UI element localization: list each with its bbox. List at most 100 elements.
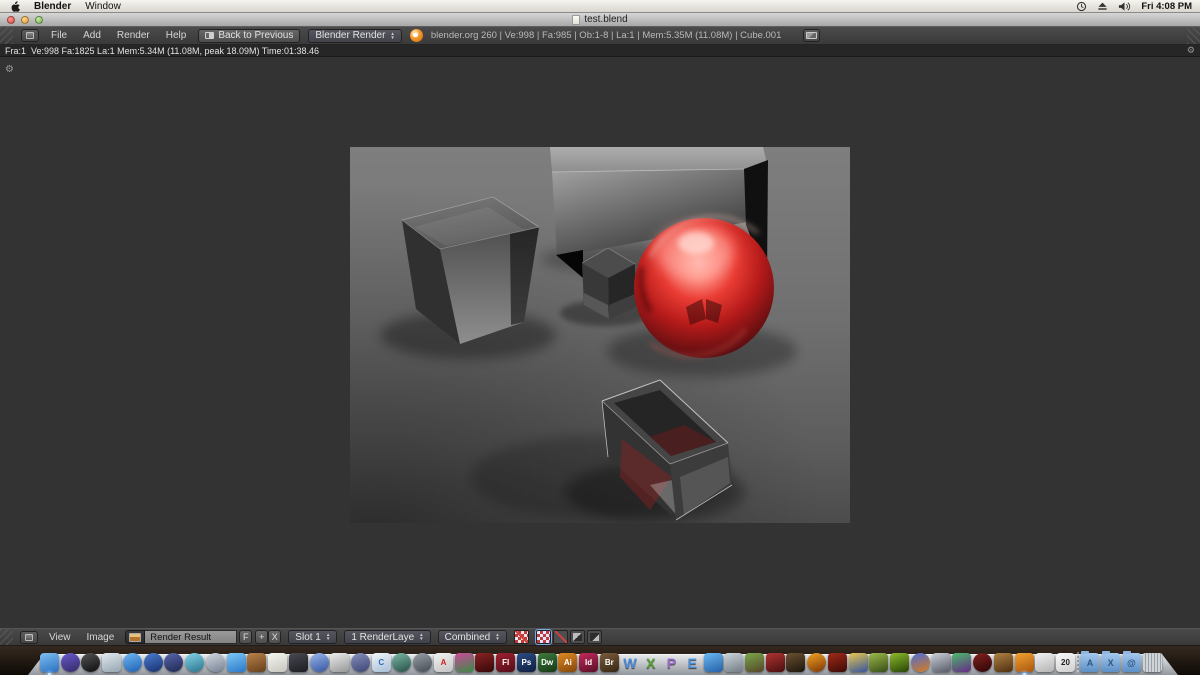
dock-icon-folder-user[interactable]: @	[1122, 653, 1141, 672]
dock-icon-preview[interactable]	[102, 653, 121, 672]
dock-icon-itunes[interactable]	[310, 653, 329, 672]
dock-icon-purple-media-app[interactable]	[61, 653, 80, 672]
dock-icon-quake3[interactable]	[807, 653, 826, 672]
apple-logo-icon[interactable]	[10, 1, 20, 12]
corner-grip-icon[interactable]	[1187, 27, 1200, 44]
render-pass-dropdown[interactable]: Combined ▲▼	[438, 630, 507, 644]
dock-icon-photoshop[interactable]: Ps	[517, 653, 536, 672]
dock-icon-web-globe[interactable]	[144, 653, 163, 672]
screen: Blender Window Fri 4:08 PM test.blend	[0, 0, 1200, 675]
dock-icon-ichat[interactable]	[227, 653, 246, 672]
menubar-item-window[interactable]: Window	[85, 1, 121, 12]
dock-icon-minecraft[interactable]	[745, 653, 764, 672]
back-to-previous-button[interactable]: Back to Previous	[198, 29, 300, 43]
dock-icon-calendar-20[interactable]: 20	[1056, 653, 1075, 672]
dock-icon-game-eagle[interactable]	[786, 653, 805, 672]
dock-icon-front-row[interactable]	[351, 653, 370, 672]
dock-icon-bridge[interactable]: Br	[600, 653, 619, 672]
dock-icon-messenger[interactable]	[704, 653, 723, 672]
dock-icon-powerpoint[interactable]: P	[662, 653, 681, 672]
browse-image-button[interactable]	[125, 630, 145, 644]
blender-info-header: File Add Render Help Back to Previous Bl…	[0, 27, 1200, 45]
dock-icon-iphoto[interactable]	[289, 653, 308, 672]
dock-icon-folder-utilities[interactable]: X	[1101, 653, 1120, 672]
dock-icon-dvd-player[interactable]	[164, 653, 183, 672]
dock-icon-game-star[interactable]	[973, 653, 992, 672]
dock-icon-time-machine[interactable]	[392, 653, 411, 672]
dock-icon-remote-desktop[interactable]	[724, 653, 743, 672]
dock-icon-finder[interactable]	[40, 653, 59, 672]
menubar-clock[interactable]: Fri 4:08 PM	[1141, 1, 1192, 12]
dock-icon-excel[interactable]: X	[641, 653, 660, 672]
editor-type-button[interactable]	[21, 29, 39, 42]
dock-icon-ical[interactable]	[268, 653, 287, 672]
fake-user-button[interactable]: F	[239, 630, 252, 644]
dock-icon-camtasia[interactable]: C	[372, 653, 391, 672]
dock-icon-blender[interactable]	[1015, 653, 1034, 672]
image-name-field[interactable]: Render Result	[145, 630, 237, 644]
channel-z-button[interactable]	[587, 630, 602, 644]
menu-add[interactable]: Add	[83, 30, 101, 41]
unlink-image-button[interactable]: X	[268, 630, 281, 644]
corner-grip-icon[interactable]	[0, 27, 13, 44]
menu-file[interactable]: File	[51, 30, 67, 41]
dock-icon-idvd[interactable]	[185, 653, 204, 672]
dock-icon-quicktime[interactable]	[206, 653, 225, 672]
dock-icon-game-gem[interactable]	[932, 653, 951, 672]
dock-icon-quake-green[interactable]	[890, 653, 909, 672]
menu-view[interactable]: View	[49, 632, 71, 643]
window-titlebar[interactable]: test.blend	[0, 13, 1200, 27]
dock-icon-trash[interactable]	[1143, 653, 1162, 672]
render-engine-dropdown[interactable]: Blender Render ▲▼	[308, 29, 402, 43]
dock-icon-media-encoder[interactable]	[475, 653, 494, 672]
dock-icon-word[interactable]: W	[621, 653, 640, 672]
dock-icon-unreal[interactable]	[911, 653, 930, 672]
dock-divider	[1077, 652, 1079, 672]
dock-icon-sketch-pen[interactable]	[1035, 653, 1054, 672]
dock-icon-game-saber[interactable]	[952, 653, 971, 672]
channel-color-alpha-button[interactable]	[536, 630, 551, 644]
dock-icon-dreamweaver[interactable]: Dw	[538, 653, 557, 672]
dock-icon-flash[interactable]: Fl	[496, 653, 515, 672]
stepper-arrows-icon: ▲▼	[326, 633, 330, 641]
stepper-arrows-icon: ▲▼	[419, 633, 423, 641]
new-image-button[interactable]: +	[255, 630, 268, 644]
menu-render[interactable]: Render	[117, 30, 150, 41]
menu-help[interactable]: Help	[166, 30, 187, 41]
dock-icon-game-zombie[interactable]	[869, 653, 888, 672]
sync-icon[interactable]	[1076, 1, 1087, 12]
render-layer-dropdown[interactable]: 1 RenderLaye ▲▼	[344, 630, 430, 644]
editor-type-button[interactable]	[20, 631, 38, 644]
dock-icon-folder-applications[interactable]: A	[1080, 653, 1099, 672]
dock-icon-quake4[interactable]	[828, 653, 847, 672]
dock-icon-address-book[interactable]	[247, 653, 266, 672]
eject-icon[interactable]	[1097, 1, 1108, 11]
dock-icon-game-warrior[interactable]	[994, 653, 1013, 672]
dock-icon-toast[interactable]	[455, 653, 474, 672]
image-editor-viewport[interactable]: ⚙	[0, 57, 1200, 628]
brush-slash-icon	[515, 631, 528, 643]
image-editor-header: View Image Render Result F + X Slot 1 ▲▼…	[0, 628, 1200, 646]
menubar-app-name[interactable]: Blender	[34, 1, 71, 12]
dock-icon-illustrator[interactable]: Ai	[558, 653, 577, 672]
dock-icon-indesign[interactable]: Id	[579, 653, 598, 672]
image-paint-icon[interactable]	[514, 630, 529, 644]
dock-icon-system-dial[interactable]	[413, 653, 432, 672]
dock-icon-photo-booth[interactable]	[330, 653, 349, 672]
viewport-gear-icon[interactable]: ⚙	[5, 64, 14, 75]
screen-layout-button[interactable]	[803, 29, 820, 42]
dock-icon-acrobat[interactable]: A	[434, 653, 453, 672]
dock-icon-entourage[interactable]: E	[683, 653, 702, 672]
options-gear-icon[interactable]: ⚙	[1187, 46, 1195, 56]
channel-alpha-button[interactable]	[570, 630, 585, 644]
dock-icon-safari[interactable]	[123, 653, 142, 672]
volume-icon[interactable]	[1118, 1, 1131, 12]
dock-icon-dashboard[interactable]	[81, 653, 100, 672]
corner-grip-icon[interactable]	[0, 629, 13, 645]
slot-dropdown[interactable]: Slot 1 ▲▼	[288, 630, 337, 644]
dock-icon-game-swords[interactable]	[766, 653, 785, 672]
menu-image[interactable]: Image	[87, 632, 115, 643]
channel-color-button[interactable]	[553, 630, 568, 644]
dock-icon-game-jet[interactable]	[849, 653, 868, 672]
z-depth-icon	[590, 633, 599, 641]
